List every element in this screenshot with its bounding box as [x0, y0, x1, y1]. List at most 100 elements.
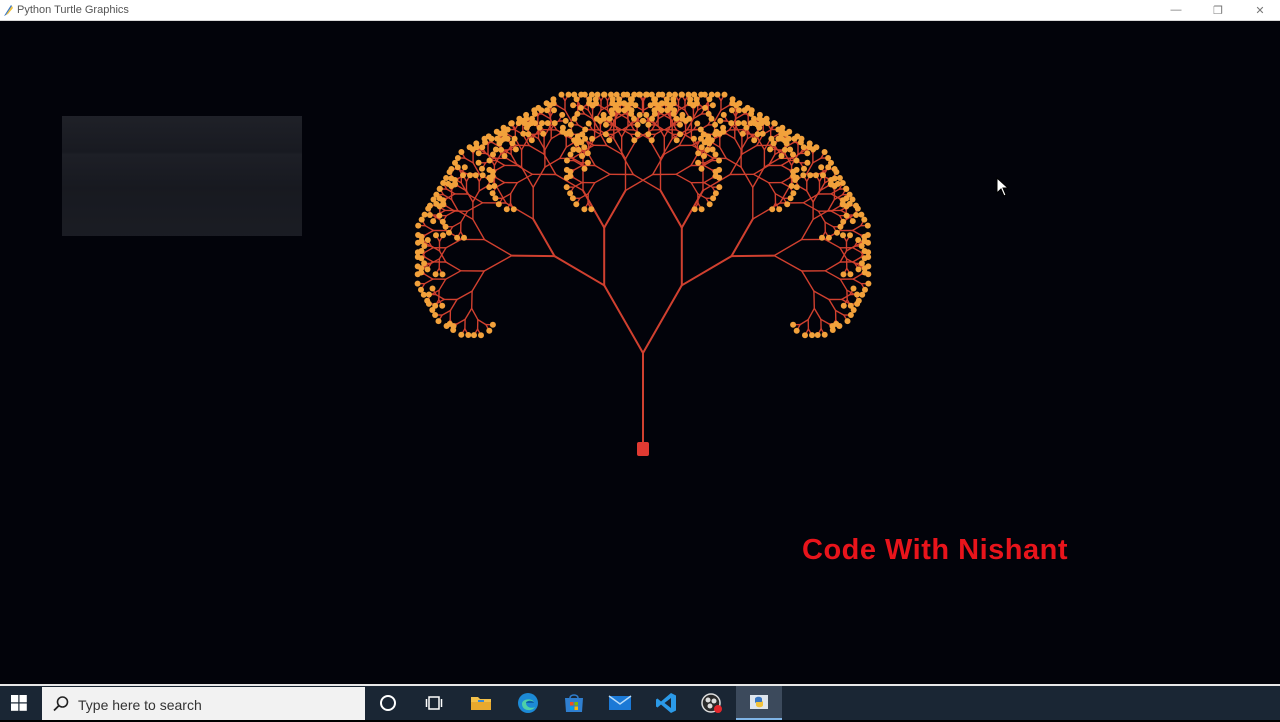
tree-leaf: [597, 118, 603, 124]
title-bar[interactable]: Python Turtle Graphics — ❐ ✕: [0, 0, 1280, 21]
tree-leaf: [444, 323, 450, 329]
tree-branch: [825, 271, 840, 279]
tree-leaf: [525, 131, 531, 137]
tree-branch: [781, 165, 789, 170]
tree-branch: [727, 134, 735, 139]
restore-button[interactable]: ❐: [1196, 0, 1240, 20]
tree-leaf: [855, 237, 861, 243]
tree-leaf: [635, 122, 641, 128]
tree-leaf: [717, 131, 723, 137]
mail-button[interactable]: [597, 686, 643, 720]
tree-branch: [676, 166, 691, 175]
start-button[interactable]: [0, 686, 38, 720]
tree-branch: [604, 191, 625, 228]
tree-leaf: [651, 96, 657, 102]
tree-leaf: [789, 183, 795, 189]
tree-branch: [732, 219, 753, 256]
tree-leaf: [440, 219, 446, 225]
minimize-button[interactable]: —: [1154, 0, 1198, 20]
tree-leaf: [833, 169, 839, 175]
tree-leaf: [473, 172, 479, 178]
tree-leaf: [818, 164, 824, 170]
tree-leaf: [861, 217, 867, 223]
tree-leaf: [427, 203, 433, 209]
tree-branch: [732, 256, 775, 257]
tree-leaf: [686, 92, 692, 98]
tree-branch: [825, 262, 840, 271]
tree-leaf: [425, 237, 431, 243]
tree-branch: [544, 154, 556, 174]
tree-leaf: [436, 213, 442, 219]
tree-branch: [825, 222, 833, 227]
obs-button[interactable]: [689, 686, 735, 720]
tree-leaf: [667, 102, 673, 108]
tree-branch: [595, 174, 610, 182]
tree-leaf: [616, 96, 622, 102]
tree-leaf: [645, 131, 651, 137]
tree-leaf: [460, 172, 466, 178]
tree-branch: [802, 219, 814, 239]
tree-branches: [418, 95, 869, 445]
tree-leaf: [840, 201, 846, 207]
tree-leaf: [415, 263, 421, 269]
tree-leaf: [704, 147, 710, 153]
tree-branch: [712, 142, 720, 147]
tree-branch: [506, 203, 533, 219]
tree-branch: [497, 161, 505, 166]
search-input[interactable]: [76, 687, 360, 722]
tree-leaf: [471, 332, 477, 338]
tree-branch: [741, 167, 753, 187]
tree-leaf: [801, 144, 807, 150]
tree-leaf: [694, 96, 700, 102]
turtle-window: Python Turtle Graphics — ❐ ✕ Code With N…: [0, 0, 1280, 684]
tree-leaf: [722, 92, 728, 98]
tree-leaf: [588, 206, 594, 212]
tree-leaf: [752, 120, 758, 126]
python-turtle-button[interactable]: [736, 686, 782, 720]
edge-button[interactable]: [505, 686, 551, 720]
tree-branch: [607, 146, 622, 155]
tree-branch: [473, 219, 485, 239]
close-button[interactable]: ✕: [1238, 0, 1280, 20]
tree-leaf: [476, 160, 482, 166]
tree-leaf: [570, 102, 576, 108]
task-view-button[interactable]: [411, 686, 457, 720]
tree-branch: [821, 319, 829, 324]
tree-leaf: [593, 96, 599, 102]
file-explorer-button[interactable]: [458, 686, 504, 720]
tree-leaf: [862, 265, 868, 271]
cortana-button[interactable]: [365, 686, 411, 720]
tree-branch: [691, 110, 697, 121]
tree-leaf: [574, 96, 580, 102]
tree-leaf: [567, 190, 573, 196]
tree-leaf: [566, 92, 572, 98]
tree-branch: [502, 194, 510, 199]
tree-leaf: [709, 116, 715, 122]
tree-leaf: [851, 286, 857, 292]
tree-leaf: [787, 147, 793, 153]
taskbar-search-box[interactable]: [42, 687, 365, 720]
tree-branch: [676, 174, 691, 182]
tree-leaf: [482, 139, 488, 145]
turtle-canvas[interactable]: Code With Nishant: [0, 21, 1280, 684]
tree-leaf: [755, 131, 761, 137]
tree-leaf: [720, 125, 726, 131]
tree-leaf: [574, 111, 580, 117]
tree-leaf: [710, 195, 716, 201]
tree-branch: [485, 240, 512, 256]
tree-branch: [813, 158, 821, 163]
tree-leaf: [418, 255, 424, 261]
tree-leaf: [624, 92, 630, 98]
vscode-button[interactable]: [643, 686, 689, 720]
tree-leaf: [448, 166, 454, 172]
tree-leaf: [853, 212, 859, 218]
tree-leaf: [648, 102, 654, 108]
store-button[interactable]: [551, 686, 597, 720]
tree-leaf: [759, 120, 765, 126]
tree-branch: [813, 211, 828, 220]
tree-branch: [446, 271, 461, 279]
tree-leaf: [439, 303, 445, 309]
tree-leaf: [440, 232, 446, 238]
tree-leaf: [581, 206, 587, 212]
tree-leaf: [473, 140, 479, 146]
